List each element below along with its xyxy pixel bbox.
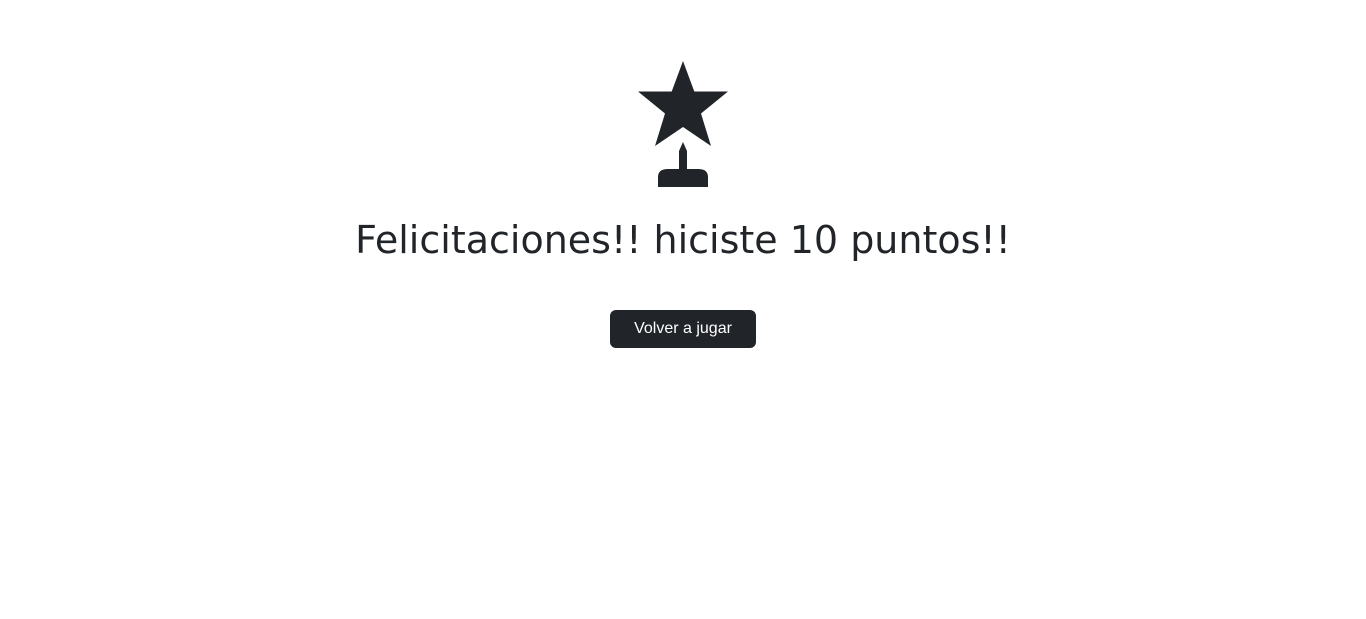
result-message: Felicitaciones!! hiciste 10 puntos!!	[355, 218, 1011, 262]
play-again-button[interactable]: Volver a jugar	[610, 310, 756, 348]
trophy-star-icon	[636, 61, 730, 187]
